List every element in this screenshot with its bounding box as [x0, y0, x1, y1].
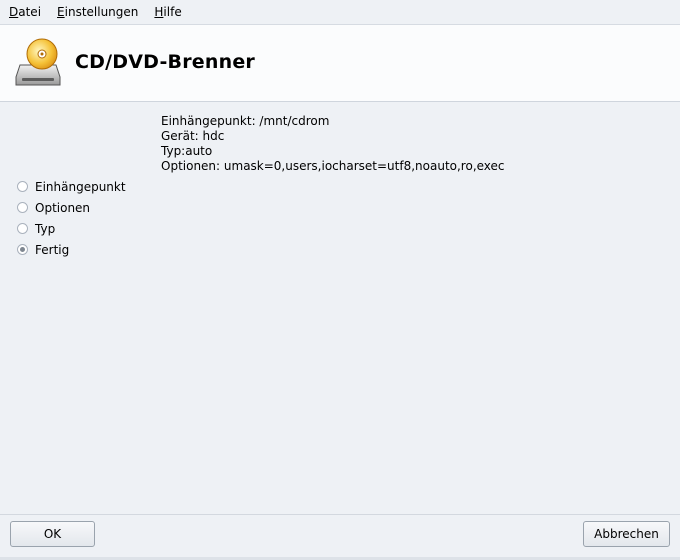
cdrom-drive-icon — [14, 37, 62, 87]
menu-datei[interactable]: Datei — [0, 0, 48, 24]
info-options: Optionen: umask=0,users,iocharset=utf8,n… — [161, 159, 505, 173]
radio-label: Einhängepunkt — [35, 179, 126, 194]
ok-button[interactable]: OK — [10, 521, 95, 547]
radio-label: Typ — [35, 221, 56, 236]
mount-info-block: Einhängepunkt: /mnt/cdrom Gerät: hdc Typ… — [161, 114, 505, 174]
header-banner: CD/DVD-Brenner — [0, 25, 680, 102]
radio-label: Fertig — [35, 242, 70, 257]
menu-einstellungen-label: instellungen — [64, 5, 139, 19]
radio-typ[interactable]: Typ — [17, 218, 126, 239]
action-radio-group: Einhängepunkt Optionen Typ Fertig — [17, 176, 126, 260]
cancel-button[interactable]: Abbrechen — [583, 521, 670, 547]
radio-label: Optionen — [35, 200, 91, 215]
info-mountpoint: Einhängepunkt: /mnt/cdrom — [161, 114, 330, 128]
radio-optionen[interactable]: Optionen — [17, 197, 126, 218]
radio-button[interactable] — [17, 223, 28, 234]
radio-button-checked[interactable] — [17, 244, 28, 255]
radio-button[interactable] — [17, 202, 28, 213]
menu-datei-label: atei — [18, 5, 42, 19]
menu-hilfe-label: ilfe — [163, 5, 182, 19]
radio-fertig[interactable]: Fertig — [17, 239, 126, 260]
radio-button[interactable] — [17, 181, 28, 192]
info-type: Typ:auto — [161, 144, 213, 158]
page-title: CD/DVD-Brenner — [75, 51, 255, 73]
radio-einhaengepunkt[interactable]: Einhängepunkt — [17, 176, 126, 197]
menu-hilfe[interactable]: Hilfe — [145, 0, 188, 24]
info-device: Gerät: hdc — [161, 129, 225, 143]
menu-bar: Datei Einstellungen Hilfe — [0, 0, 680, 25]
button-bar-separator — [0, 514, 680, 515]
menu-einstellungen[interactable]: Einstellungen — [48, 0, 145, 24]
menu-einstellungen-accel: E — [57, 5, 65, 19]
menu-datei-accel: D — [9, 5, 19, 19]
